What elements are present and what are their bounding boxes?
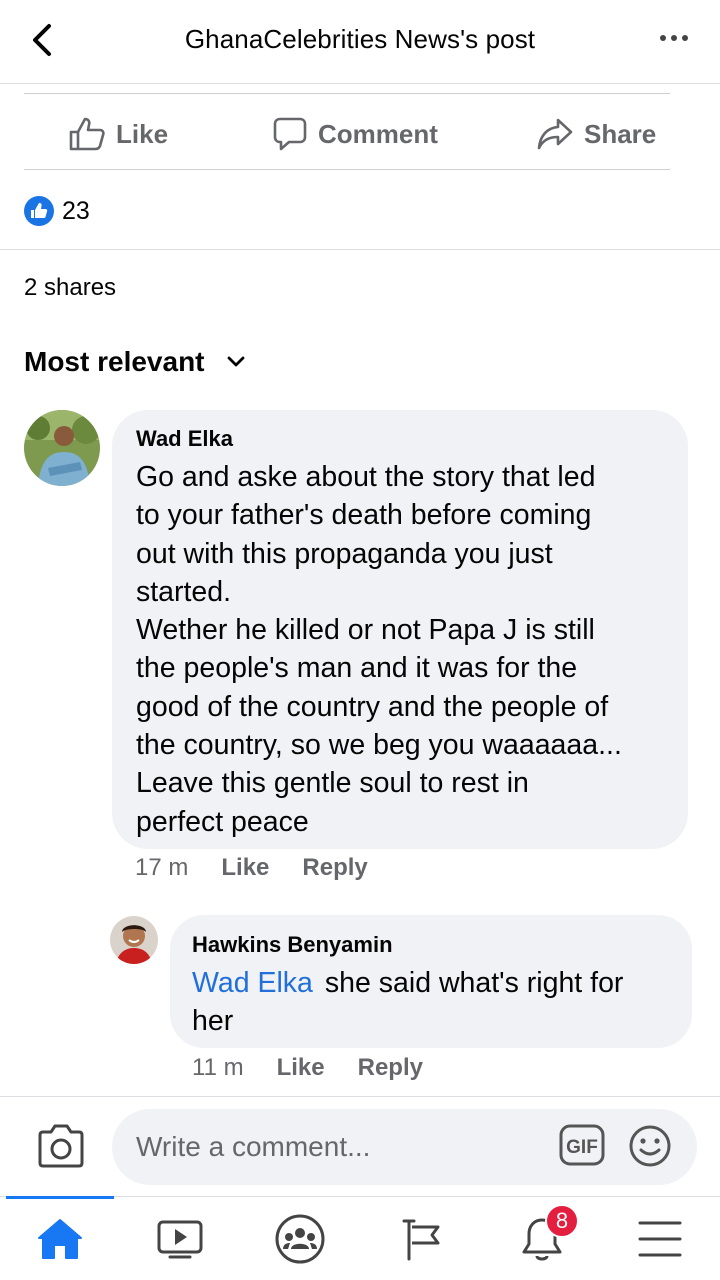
menu-icon	[638, 1221, 682, 1257]
comment-input[interactable]: Write a comment...	[112, 1109, 697, 1185]
comment-reply-button[interactable]: Reply	[302, 854, 367, 882]
mention-link[interactable]: Wad Elka	[192, 967, 313, 999]
like-button[interactable]: Like	[68, 112, 168, 156]
camera-button[interactable]	[36, 1123, 86, 1169]
comment-reply-button[interactable]: Reply	[358, 1054, 423, 1082]
like-label: Like	[116, 118, 169, 149]
groups-icon	[275, 1214, 325, 1264]
avatar[interactable]	[24, 410, 100, 486]
gif-label: GIF	[566, 1137, 598, 1158]
comment-button[interactable]: Comment	[272, 112, 438, 156]
comment-like-button[interactable]: Like	[221, 854, 269, 882]
comment-author[interactable]: Wad Elka	[136, 424, 664, 454]
sort-label: Most relevant	[24, 346, 205, 377]
share-icon	[537, 118, 573, 150]
comment-text: Go and aske about the story that led to …	[136, 461, 622, 838]
reaction-count: 23	[62, 196, 90, 225]
share-label: Share	[584, 118, 657, 149]
divider	[0, 249, 720, 250]
page-title: GhanaCelebrities News's post	[184, 24, 536, 54]
comment-time: 17 m	[135, 854, 189, 881]
home-icon	[38, 1219, 82, 1259]
divider	[24, 93, 670, 94]
camera-icon	[38, 1124, 84, 1168]
share-button[interactable]: Share	[536, 112, 656, 156]
emoji-button[interactable]	[628, 1124, 672, 1168]
more-icon	[660, 35, 666, 41]
comment-bubble[interactable]: Wad Elka Go and aske about the story tha…	[112, 410, 688, 849]
comment-bubble[interactable]: Hawkins Benyamin Wad Elka she said what's…	[170, 915, 692, 1048]
top-bar: GhanaCelebrities News's post	[0, 0, 720, 84]
tab-menu[interactable]	[630, 1211, 690, 1267]
video-icon	[157, 1220, 203, 1259]
like-icon	[69, 117, 105, 151]
shares-count[interactable]: 2 shares	[24, 274, 116, 302]
tab-home[interactable]	[30, 1211, 90, 1267]
gif-icon: GIF	[559, 1124, 605, 1166]
reactions-summary[interactable]: 23	[24, 194, 90, 228]
active-tab-indicator	[6, 1196, 114, 1199]
chevron-down-icon	[227, 356, 244, 367]
tab-pages[interactable]	[392, 1211, 452, 1267]
avatar[interactable]	[110, 916, 158, 964]
gif-button[interactable]: GIF	[559, 1122, 605, 1168]
tab-groups[interactable]	[270, 1211, 330, 1267]
bottom-tab-bar	[0, 1196, 720, 1280]
comment-icon	[273, 117, 307, 151]
pages-icon	[402, 1219, 440, 1261]
more-button[interactable]	[656, 28, 692, 48]
notification-badge: 8	[545, 1204, 579, 1238]
comment-author[interactable]: Hawkins Benyamin	[192, 930, 670, 960]
like-reaction-icon	[24, 196, 54, 226]
more-icon-dot	[682, 35, 688, 41]
comment-meta: 11 m Like Reply	[192, 1054, 423, 1082]
comment-meta: 17 m Like Reply	[135, 854, 368, 882]
emoji-icon	[629, 1125, 671, 1167]
comment-composer: Write a comment...	[0, 1096, 720, 1196]
comment-label: Comment	[318, 118, 438, 149]
more-icon-dot	[671, 35, 677, 41]
post-actions: Like Comment Share	[24, 100, 670, 170]
comment-like-button[interactable]: Like	[277, 1054, 325, 1082]
tab-video[interactable]	[150, 1211, 210, 1267]
comment-time: 11 m	[192, 1054, 244, 1081]
comment-sort-dropdown[interactable]: Most relevant	[24, 346, 245, 378]
